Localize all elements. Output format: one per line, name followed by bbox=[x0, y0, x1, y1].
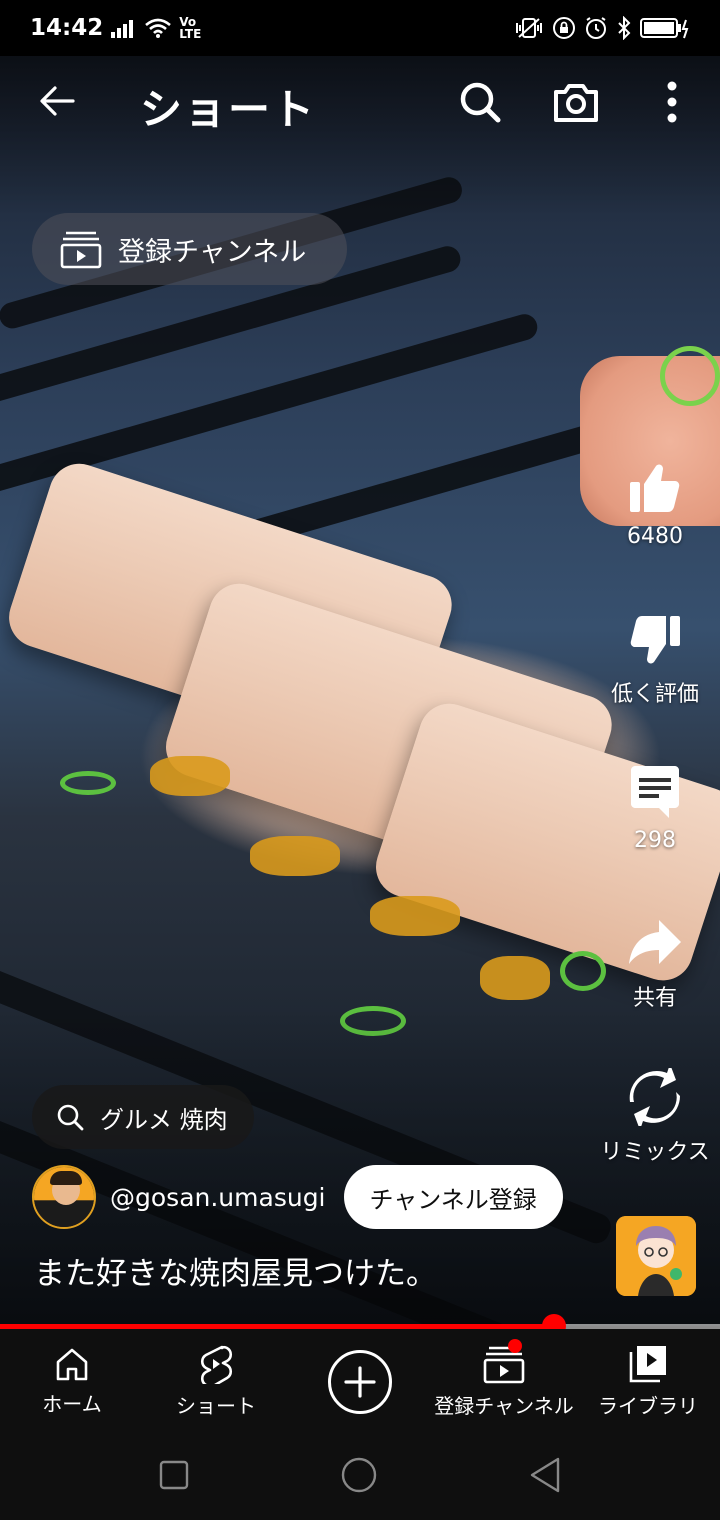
nav-home-label: ホーム bbox=[42, 1392, 102, 1416]
subscriptions-icon bbox=[60, 231, 102, 269]
back-system-button[interactable] bbox=[528, 1456, 562, 1498]
comment-count: 298 bbox=[634, 828, 676, 853]
page-title: ショート bbox=[140, 85, 317, 134]
notification-dot bbox=[508, 1339, 522, 1353]
search-suggestion-pill[interactable]: グルメ 焼肉 bbox=[32, 1085, 254, 1149]
sound-thumbnail[interactable] bbox=[616, 1216, 696, 1296]
nav-shorts-label: ショート bbox=[176, 1394, 256, 1418]
square-icon bbox=[159, 1460, 189, 1490]
search-icon bbox=[57, 1104, 84, 1131]
status-bar: 14:42 Vo LTE bbox=[0, 0, 720, 56]
subscribe-button[interactable]: チャンネル登録 bbox=[343, 1165, 563, 1229]
camera-button[interactable] bbox=[552, 78, 600, 126]
share-label: 共有 bbox=[632, 986, 677, 1011]
status-time: 14:42 bbox=[30, 15, 104, 41]
sound-avatar-icon bbox=[616, 1216, 696, 1296]
nav-library[interactable]: ライブラリ bbox=[576, 1329, 720, 1434]
search-suggestion-label: グルメ 焼肉 bbox=[100, 1105, 228, 1134]
arrow-left-icon bbox=[40, 86, 75, 116]
remix-button[interactable]: リミックス bbox=[590, 1068, 720, 1166]
share-icon bbox=[629, 920, 681, 964]
share-button[interactable]: 共有 bbox=[590, 916, 720, 1012]
dislike-label: 低く評価 bbox=[610, 682, 699, 707]
like-count: 6480 bbox=[627, 524, 683, 549]
top-app-bar: ショート bbox=[0, 56, 720, 148]
alarm-icon bbox=[584, 16, 608, 40]
remix-label: リミックス bbox=[600, 1140, 710, 1165]
system-navigation-bar bbox=[0, 1434, 720, 1520]
create-button[interactable] bbox=[328, 1349, 392, 1414]
battery-icon bbox=[640, 16, 690, 40]
signal-icon bbox=[111, 18, 137, 38]
more-button[interactable] bbox=[648, 78, 696, 126]
thumbs-down-icon bbox=[630, 616, 680, 664]
thumbs-up-icon bbox=[630, 464, 680, 512]
nav-subscriptions-label: 登録チャンネル bbox=[434, 1394, 574, 1418]
vibrate-icon bbox=[514, 17, 544, 39]
subscriptions-chip[interactable]: 登録チャンネル bbox=[32, 213, 347, 285]
camera-icon bbox=[554, 84, 598, 122]
shorts-icon bbox=[200, 1345, 233, 1384]
back-button[interactable] bbox=[34, 78, 80, 124]
bottom-navigation: ホーム ショート 登録チャンネル ライブラリ bbox=[0, 1329, 720, 1434]
search-icon bbox=[460, 82, 501, 123]
nav-shorts[interactable]: ショート bbox=[144, 1329, 288, 1434]
nav-subscriptions[interactable]: 登録チャンネル bbox=[432, 1329, 576, 1434]
remix-icon bbox=[629, 1068, 680, 1126]
comments-button[interactable]: 298 bbox=[590, 764, 720, 853]
home-system-button[interactable] bbox=[340, 1456, 378, 1498]
channel-avatar[interactable] bbox=[32, 1165, 96, 1229]
wifi-icon bbox=[145, 18, 172, 38]
plus-icon bbox=[344, 1365, 376, 1398]
like-button[interactable]: 6480 bbox=[590, 460, 720, 549]
circle-icon bbox=[341, 1457, 377, 1493]
search-button[interactable] bbox=[456, 78, 504, 126]
triangle-back-icon bbox=[530, 1457, 560, 1493]
nav-home[interactable]: ホーム bbox=[0, 1329, 144, 1434]
comment-icon bbox=[631, 766, 679, 818]
video-caption[interactable]: また好きな焼肉屋見つけた。 bbox=[34, 1248, 437, 1293]
recents-button[interactable] bbox=[158, 1459, 190, 1495]
volte-icon: Vo LTE bbox=[179, 15, 202, 41]
channel-handle[interactable]: @gosan.umasugi bbox=[110, 1183, 326, 1212]
channel-row: @gosan.umasugi チャンネル登録 bbox=[32, 1164, 563, 1230]
dislike-button[interactable]: 低く評価 bbox=[590, 612, 720, 708]
library-icon bbox=[629, 1346, 666, 1383]
bluetooth-icon bbox=[616, 16, 632, 40]
nav-create[interactable] bbox=[288, 1329, 432, 1434]
subscriptions-chip-label: 登録チャンネル bbox=[118, 236, 307, 268]
more-vert-icon bbox=[667, 81, 677, 123]
home-icon bbox=[56, 1348, 88, 1381]
nav-library-label: ライブラリ bbox=[598, 1394, 698, 1418]
rotation-lock-icon bbox=[552, 16, 576, 40]
